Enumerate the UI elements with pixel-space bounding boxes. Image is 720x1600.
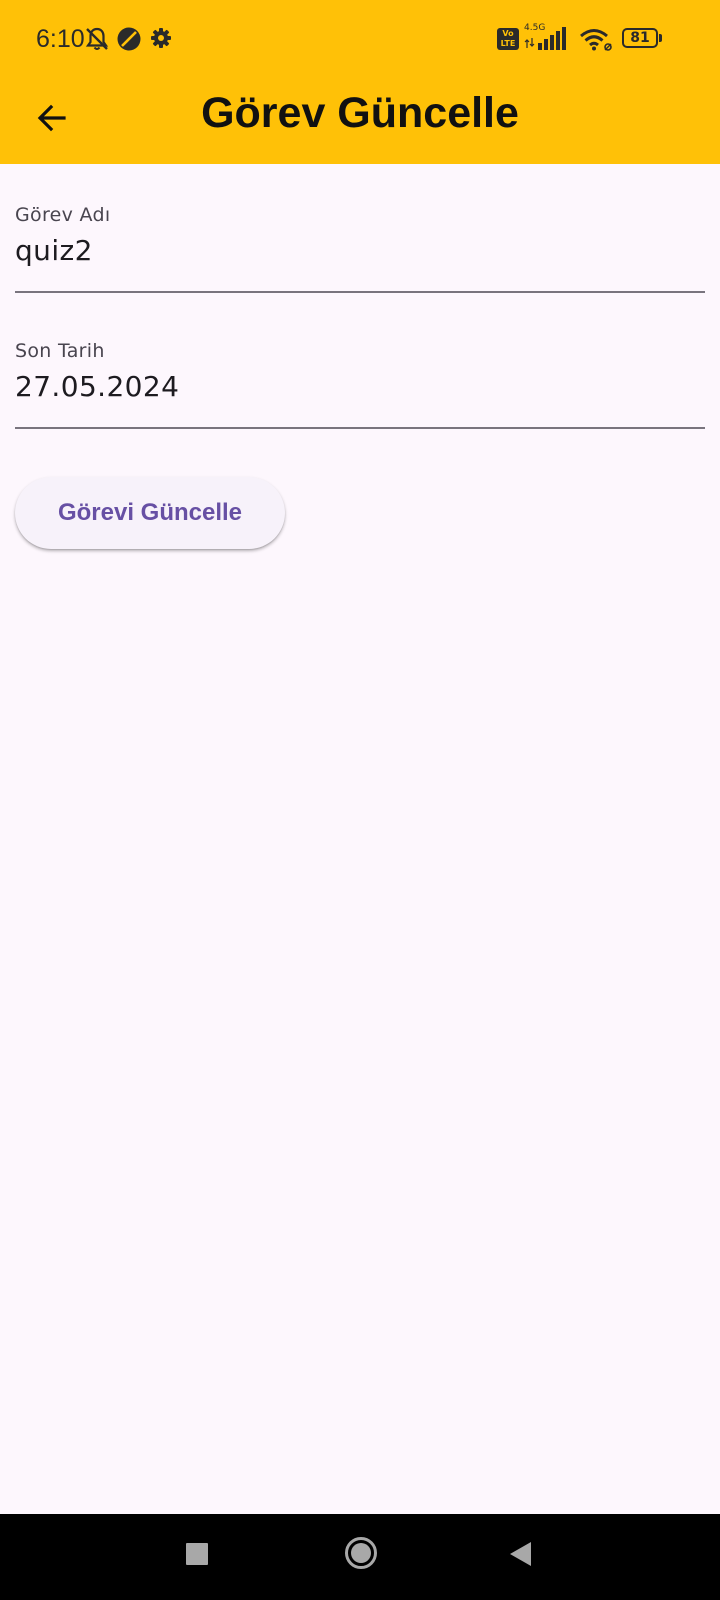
due-date-input[interactable]: 27.05.2024: [15, 369, 179, 405]
battery-level: 81: [630, 30, 650, 46]
home-circle-icon[interactable]: [344, 1536, 378, 1570]
do-not-disturb-icon: [117, 27, 141, 51]
task-name-field[interactable]: Görev Adı quiz2: [15, 203, 705, 298]
recents-square-icon[interactable]: [186, 1543, 208, 1565]
volte-icon: Vo LTE: [497, 28, 519, 50]
task-name-input[interactable]: quiz2: [15, 233, 93, 269]
update-task-button[interactable]: Görevi Güncelle: [15, 477, 285, 549]
task-name-underline: [15, 291, 705, 293]
battery-icon: 81: [622, 28, 662, 48]
page-title: Görev Güncelle: [201, 89, 519, 137]
due-date-underline: [15, 427, 705, 429]
system-nav-bar: [0, 1514, 720, 1600]
status-time: 6:10: [36, 25, 85, 53]
battery-tip: [659, 34, 662, 42]
volte-line1: Vo: [502, 29, 514, 38]
due-date-field[interactable]: Son Tarih 27.05.2024: [15, 339, 705, 434]
back-triangle-icon[interactable]: [509, 1541, 533, 1567]
status-bar: 6:10 Vo LTE 4.5G 81: [0, 0, 720, 78]
due-date-label: Son Tarih: [15, 340, 105, 362]
app-bar: Görev Güncelle: [0, 78, 720, 164]
battery-body: 81: [622, 28, 658, 48]
signal-icon: [524, 27, 566, 50]
wifi-icon: [580, 29, 612, 51]
settings-gear-icon: [151, 28, 171, 48]
bell-off-icon: [85, 27, 109, 50]
volte-line2: LTE: [500, 39, 516, 48]
task-name-label: Görev Adı: [15, 204, 111, 226]
